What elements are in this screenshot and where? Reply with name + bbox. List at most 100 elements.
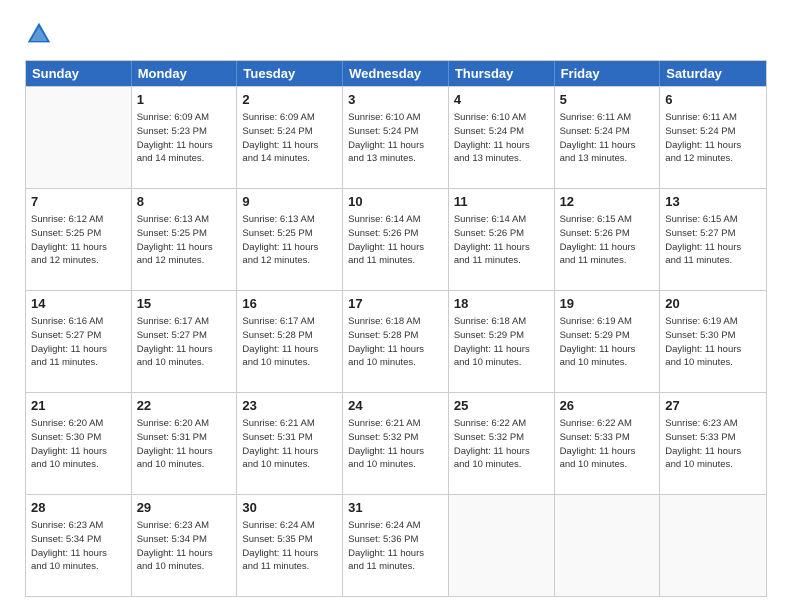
cell-info: Sunrise: 6:23 AM Sunset: 5:34 PM Dayligh… (137, 519, 232, 574)
header-day-monday: Monday (132, 61, 238, 86)
week-row-4: 21 Sunrise: 6:20 AM Sunset: 5:30 PM Dayli… (26, 392, 766, 494)
day-number: 2 (242, 91, 337, 109)
day-number: 12 (560, 193, 655, 211)
day-number: 10 (348, 193, 443, 211)
day-number: 17 (348, 295, 443, 313)
cal-cell-2-6: 12 Sunrise: 6:15 AM Sunset: 5:26 PM Dayli… (555, 189, 661, 290)
cal-cell-4-4: 24 Sunrise: 6:21 AM Sunset: 5:32 PM Dayli… (343, 393, 449, 494)
week-row-5: 28 Sunrise: 6:23 AM Sunset: 5:34 PM Dayli… (26, 494, 766, 596)
cal-cell-3-6: 19 Sunrise: 6:19 AM Sunset: 5:29 PM Dayli… (555, 291, 661, 392)
day-number: 15 (137, 295, 232, 313)
cal-cell-5-3: 30 Sunrise: 6:24 AM Sunset: 5:35 PM Dayli… (237, 495, 343, 596)
day-number: 30 (242, 499, 337, 517)
day-number: 25 (454, 397, 549, 415)
day-number: 24 (348, 397, 443, 415)
cell-info: Sunrise: 6:17 AM Sunset: 5:28 PM Dayligh… (242, 315, 337, 370)
day-number: 8 (137, 193, 232, 211)
day-number: 28 (31, 499, 126, 517)
cal-cell-3-5: 18 Sunrise: 6:18 AM Sunset: 5:29 PM Dayli… (449, 291, 555, 392)
day-number: 4 (454, 91, 549, 109)
calendar-body: 1 Sunrise: 6:09 AM Sunset: 5:23 PM Daylig… (26, 86, 766, 596)
cell-info: Sunrise: 6:19 AM Sunset: 5:29 PM Dayligh… (560, 315, 655, 370)
cal-cell-5-5 (449, 495, 555, 596)
cal-cell-3-4: 17 Sunrise: 6:18 AM Sunset: 5:28 PM Dayli… (343, 291, 449, 392)
cell-info: Sunrise: 6:24 AM Sunset: 5:36 PM Dayligh… (348, 519, 443, 574)
week-row-3: 14 Sunrise: 6:16 AM Sunset: 5:27 PM Dayli… (26, 290, 766, 392)
day-number: 1 (137, 91, 232, 109)
cell-info: Sunrise: 6:20 AM Sunset: 5:31 PM Dayligh… (137, 417, 232, 472)
cal-cell-5-2: 29 Sunrise: 6:23 AM Sunset: 5:34 PM Dayli… (132, 495, 238, 596)
cell-info: Sunrise: 6:18 AM Sunset: 5:28 PM Dayligh… (348, 315, 443, 370)
day-number: 19 (560, 295, 655, 313)
cell-info: Sunrise: 6:13 AM Sunset: 5:25 PM Dayligh… (137, 213, 232, 268)
logo-icon (25, 20, 53, 48)
day-number: 11 (454, 193, 549, 211)
cal-cell-4-3: 23 Sunrise: 6:21 AM Sunset: 5:31 PM Dayli… (237, 393, 343, 494)
cell-info: Sunrise: 6:10 AM Sunset: 5:24 PM Dayligh… (454, 111, 549, 166)
cal-cell-5-7 (660, 495, 766, 596)
cal-cell-1-2: 1 Sunrise: 6:09 AM Sunset: 5:23 PM Daylig… (132, 87, 238, 188)
header-day-thursday: Thursday (449, 61, 555, 86)
header (25, 20, 767, 48)
day-number: 13 (665, 193, 761, 211)
cell-info: Sunrise: 6:24 AM Sunset: 5:35 PM Dayligh… (242, 519, 337, 574)
day-number: 21 (31, 397, 126, 415)
day-number: 6 (665, 91, 761, 109)
logo (25, 20, 59, 48)
cell-info: Sunrise: 6:11 AM Sunset: 5:24 PM Dayligh… (665, 111, 761, 166)
day-number: 31 (348, 499, 443, 517)
cell-info: Sunrise: 6:20 AM Sunset: 5:30 PM Dayligh… (31, 417, 126, 472)
cell-info: Sunrise: 6:13 AM Sunset: 5:25 PM Dayligh… (242, 213, 337, 268)
header-day-wednesday: Wednesday (343, 61, 449, 86)
cal-cell-4-6: 26Sunrise: 6:22 AM Sunset: 5:33 PM Dayli… (555, 393, 661, 494)
day-number: 9 (242, 193, 337, 211)
cell-info: Sunrise: 6:09 AM Sunset: 5:23 PM Dayligh… (137, 111, 232, 166)
cell-info: Sunrise: 6:09 AM Sunset: 5:24 PM Dayligh… (242, 111, 337, 166)
header-day-saturday: Saturday (660, 61, 766, 86)
header-day-friday: Friday (555, 61, 661, 86)
cal-cell-1-6: 5Sunrise: 6:11 AM Sunset: 5:24 PM Daylig… (555, 87, 661, 188)
header-day-sunday: Sunday (26, 61, 132, 86)
cell-info: Sunrise: 6:21 AM Sunset: 5:32 PM Dayligh… (348, 417, 443, 472)
cell-info: Sunrise: 6:17 AM Sunset: 5:27 PM Dayligh… (137, 315, 232, 370)
cal-cell-1-5: 4 Sunrise: 6:10 AM Sunset: 5:24 PM Daylig… (449, 87, 555, 188)
cal-cell-2-3: 9 Sunrise: 6:13 AM Sunset: 5:25 PM Daylig… (237, 189, 343, 290)
header-day-tuesday: Tuesday (237, 61, 343, 86)
cal-cell-2-2: 8 Sunrise: 6:13 AM Sunset: 5:25 PM Daylig… (132, 189, 238, 290)
cell-info: Sunrise: 6:23 AM Sunset: 5:33 PM Dayligh… (665, 417, 761, 472)
cal-cell-5-4: 31 Sunrise: 6:24 AM Sunset: 5:36 PM Dayli… (343, 495, 449, 596)
cal-cell-3-1: 14 Sunrise: 6:16 AM Sunset: 5:27 PM Dayli… (26, 291, 132, 392)
cell-info: Sunrise: 6:16 AM Sunset: 5:27 PM Dayligh… (31, 315, 126, 370)
cell-info: Sunrise: 6:10 AM Sunset: 5:24 PM Dayligh… (348, 111, 443, 166)
cal-cell-5-6 (555, 495, 661, 596)
cell-info: Sunrise: 6:19 AM Sunset: 5:30 PM Dayligh… (665, 315, 761, 370)
day-number: 29 (137, 499, 232, 517)
cell-info: Sunrise: 6:12 AM Sunset: 5:25 PM Dayligh… (31, 213, 126, 268)
cal-cell-1-7: 6 Sunrise: 6:11 AM Sunset: 5:24 PM Daylig… (660, 87, 766, 188)
day-number: 5 (560, 91, 655, 109)
day-number: 18 (454, 295, 549, 313)
week-row-2: 7Sunrise: 6:12 AM Sunset: 5:25 PM Daylig… (26, 188, 766, 290)
week-row-1: 1 Sunrise: 6:09 AM Sunset: 5:23 PM Daylig… (26, 86, 766, 188)
cal-cell-2-7: 13 Sunrise: 6:15 AM Sunset: 5:27 PM Dayli… (660, 189, 766, 290)
calendar: SundayMondayTuesdayWednesdayThursdayFrid… (25, 60, 767, 597)
cell-info: Sunrise: 6:14 AM Sunset: 5:26 PM Dayligh… (348, 213, 443, 268)
cal-cell-1-4: 3Sunrise: 6:10 AM Sunset: 5:24 PM Daylig… (343, 87, 449, 188)
cell-info: Sunrise: 6:22 AM Sunset: 5:33 PM Dayligh… (560, 417, 655, 472)
cell-info: Sunrise: 6:18 AM Sunset: 5:29 PM Dayligh… (454, 315, 549, 370)
cal-cell-5-1: 28Sunrise: 6:23 AM Sunset: 5:34 PM Dayli… (26, 495, 132, 596)
cal-cell-4-5: 25Sunrise: 6:22 AM Sunset: 5:32 PM Dayli… (449, 393, 555, 494)
cal-cell-4-1: 21 Sunrise: 6:20 AM Sunset: 5:30 PM Dayli… (26, 393, 132, 494)
cell-info: Sunrise: 6:15 AM Sunset: 5:27 PM Dayligh… (665, 213, 761, 268)
cal-cell-2-1: 7Sunrise: 6:12 AM Sunset: 5:25 PM Daylig… (26, 189, 132, 290)
cal-cell-1-1 (26, 87, 132, 188)
day-number: 20 (665, 295, 761, 313)
day-number: 14 (31, 295, 126, 313)
cal-cell-3-7: 20 Sunrise: 6:19 AM Sunset: 5:30 PM Dayli… (660, 291, 766, 392)
day-number: 23 (242, 397, 337, 415)
cell-info: Sunrise: 6:21 AM Sunset: 5:31 PM Dayligh… (242, 417, 337, 472)
cal-cell-4-7: 27Sunrise: 6:23 AM Sunset: 5:33 PM Dayli… (660, 393, 766, 494)
cal-cell-3-3: 16Sunrise: 6:17 AM Sunset: 5:28 PM Dayli… (237, 291, 343, 392)
cell-info: Sunrise: 6:15 AM Sunset: 5:26 PM Dayligh… (560, 213, 655, 268)
cal-cell-2-5: 11Sunrise: 6:14 AM Sunset: 5:26 PM Dayli… (449, 189, 555, 290)
